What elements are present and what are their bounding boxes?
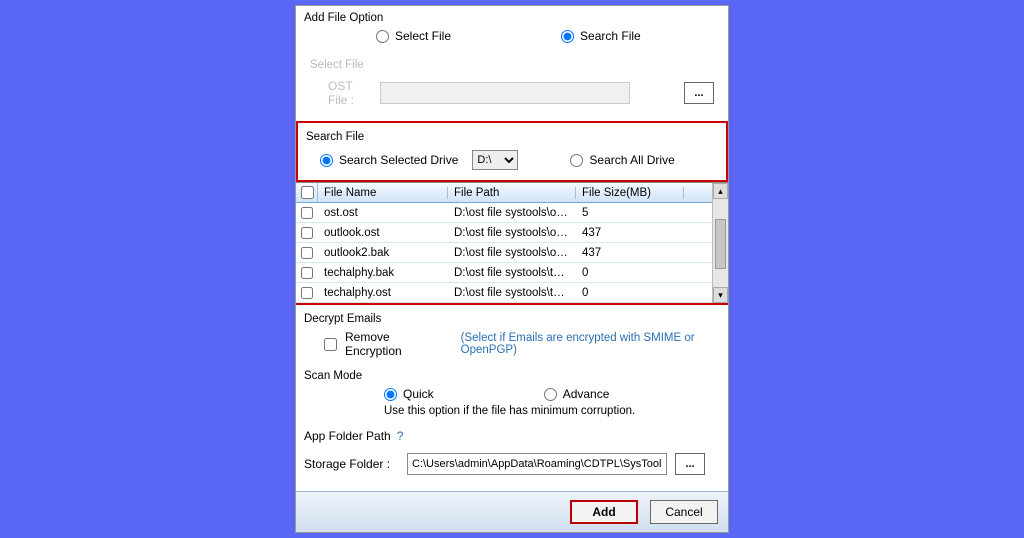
scroll-down-icon[interactable]: ▾ bbox=[713, 287, 728, 303]
select-file-group-label: Select File bbox=[310, 57, 714, 75]
cell-file-name: outlook.ost bbox=[318, 227, 448, 239]
cancel-button[interactable]: Cancel bbox=[650, 500, 718, 524]
search-selected-drive-radio-input[interactable] bbox=[320, 154, 333, 167]
cell-file-path: D:\ost file systools\outloo... bbox=[448, 227, 576, 239]
scan-hint: Use this option if the file has minimum … bbox=[304, 401, 720, 423]
quick-radio[interactable]: Quick bbox=[384, 387, 434, 401]
remove-encryption-label: Remove Encryption bbox=[345, 330, 438, 358]
add-file-option-group: Add File Option Select File Search File bbox=[296, 6, 728, 53]
search-all-drive-radio[interactable]: Search All Drive bbox=[570, 153, 674, 167]
cell-file-name: outlook2.bak bbox=[318, 247, 448, 259]
cell-file-size: 0 bbox=[576, 287, 684, 299]
advance-radio[interactable]: Advance bbox=[544, 387, 610, 401]
ost-file-input bbox=[380, 82, 630, 104]
cell-file-name: techalphy.ost bbox=[318, 287, 448, 299]
scroll-thumb[interactable] bbox=[715, 219, 726, 269]
row-checkbox[interactable] bbox=[296, 267, 318, 279]
add-file-option-label: Add File Option bbox=[296, 8, 728, 25]
header-file-size[interactable]: File Size(MB) bbox=[576, 187, 684, 199]
table-row[interactable]: outlook2.bakD:\ost file systools\outloo.… bbox=[296, 243, 712, 263]
table-row[interactable]: outlook.ostD:\ost file systools\outloo..… bbox=[296, 223, 712, 243]
table-row[interactable]: techalphy.ostD:\ost file systools\techal… bbox=[296, 283, 712, 303]
drive-select[interactable]: D:\ bbox=[472, 150, 518, 170]
search-file-radio-input[interactable] bbox=[561, 30, 574, 43]
app-folder-path-label: App Folder Path bbox=[304, 429, 391, 443]
search-all-drive-radio-label: Search All Drive bbox=[589, 153, 674, 167]
table-row[interactable]: ost.ostD:\ost file systools\ost.ost5 bbox=[296, 203, 712, 223]
cell-file-path: D:\ost file systools\techal... bbox=[448, 267, 576, 279]
storage-folder-label: Storage Folder : bbox=[304, 457, 399, 471]
scan-mode-group: Scan Mode Quick Advance Use this option … bbox=[296, 364, 728, 425]
cell-file-size: 5 bbox=[576, 207, 684, 219]
remove-encryption-checkbox[interactable] bbox=[324, 338, 337, 351]
row-checkbox[interactable] bbox=[296, 287, 318, 299]
select-file-group: Select File OST File : ... bbox=[304, 55, 720, 115]
dialog: Add File Option Select File Search File … bbox=[295, 5, 729, 533]
header-checkbox[interactable] bbox=[296, 183, 318, 202]
select-file-radio-input[interactable] bbox=[376, 30, 389, 43]
quick-radio-input[interactable] bbox=[384, 388, 397, 401]
footer: Add Cancel bbox=[296, 491, 728, 532]
search-all-drive-radio-input[interactable] bbox=[570, 154, 583, 167]
scan-mode-label: Scan Mode bbox=[304, 366, 720, 383]
decrypt-group: Decrypt Emails Remove Encryption (Select… bbox=[296, 305, 728, 364]
ost-browse-button[interactable]: ... bbox=[684, 82, 714, 104]
table-row[interactable]: techalphy.bakD:\ost file systools\techal… bbox=[296, 263, 712, 283]
decrypt-label: Decrypt Emails bbox=[304, 309, 720, 326]
search-selected-drive-radio[interactable]: Search Selected Drive bbox=[320, 153, 458, 167]
select-file-radio[interactable]: Select File bbox=[376, 29, 451, 43]
search-file-radio-label: Search File bbox=[580, 29, 641, 43]
cell-file-path: D:\ost file systools\techal... bbox=[448, 287, 576, 299]
row-checkbox[interactable] bbox=[296, 247, 318, 259]
results-table-wrap: File Name File Path File Size(MB) ost.os… bbox=[296, 182, 728, 303]
storage-folder-row: Storage Folder : ... bbox=[296, 449, 728, 485]
cell-file-path: D:\ost file systools\ost.ost bbox=[448, 207, 576, 219]
help-icon[interactable]: ? bbox=[397, 429, 404, 443]
add-button[interactable]: Add bbox=[570, 500, 638, 524]
add-file-option-radio-row: Select File Search File bbox=[296, 25, 728, 47]
scroll-up-icon[interactable]: ▴ bbox=[713, 183, 728, 199]
table-header-row: File Name File Path File Size(MB) bbox=[296, 183, 712, 203]
header-file-name[interactable]: File Name bbox=[318, 187, 448, 199]
advance-radio-label: Advance bbox=[563, 387, 610, 401]
advance-radio-input[interactable] bbox=[544, 388, 557, 401]
row-checkbox[interactable] bbox=[296, 207, 318, 219]
storage-folder-input[interactable] bbox=[407, 453, 667, 475]
quick-radio-label: Quick bbox=[403, 387, 434, 401]
cell-file-size: 437 bbox=[576, 247, 684, 259]
row-checkbox[interactable] bbox=[296, 227, 318, 239]
results-table: File Name File Path File Size(MB) ost.os… bbox=[296, 183, 712, 303]
search-file-group-label: Search File bbox=[306, 127, 720, 144]
app-folder-path-row: App Folder Path ? bbox=[296, 425, 728, 449]
search-file-radio[interactable]: Search File bbox=[561, 29, 641, 43]
search-selected-drive-radio-label: Search Selected Drive bbox=[339, 153, 458, 167]
cell-file-size: 437 bbox=[576, 227, 684, 239]
cell-file-name: ost.ost bbox=[318, 207, 448, 219]
header-file-path[interactable]: File Path bbox=[448, 187, 576, 199]
decrypt-hint: (Select if Emails are encrypted with SMI… bbox=[461, 332, 720, 356]
cell-file-path: D:\ost file systools\outloo... bbox=[448, 247, 576, 259]
table-body: ost.ostD:\ost file systools\ost.ost5outl… bbox=[296, 203, 712, 303]
cell-file-size: 0 bbox=[576, 267, 684, 279]
select-file-radio-label: Select File bbox=[395, 29, 451, 43]
cell-file-name: techalphy.bak bbox=[318, 267, 448, 279]
storage-browse-button[interactable]: ... bbox=[675, 453, 705, 475]
vertical-scrollbar[interactable]: ▴ ▾ bbox=[712, 183, 728, 303]
search-file-group: Search File Search Selected Drive D:\ Se… bbox=[296, 121, 728, 182]
ost-file-label: OST File : bbox=[310, 79, 370, 107]
